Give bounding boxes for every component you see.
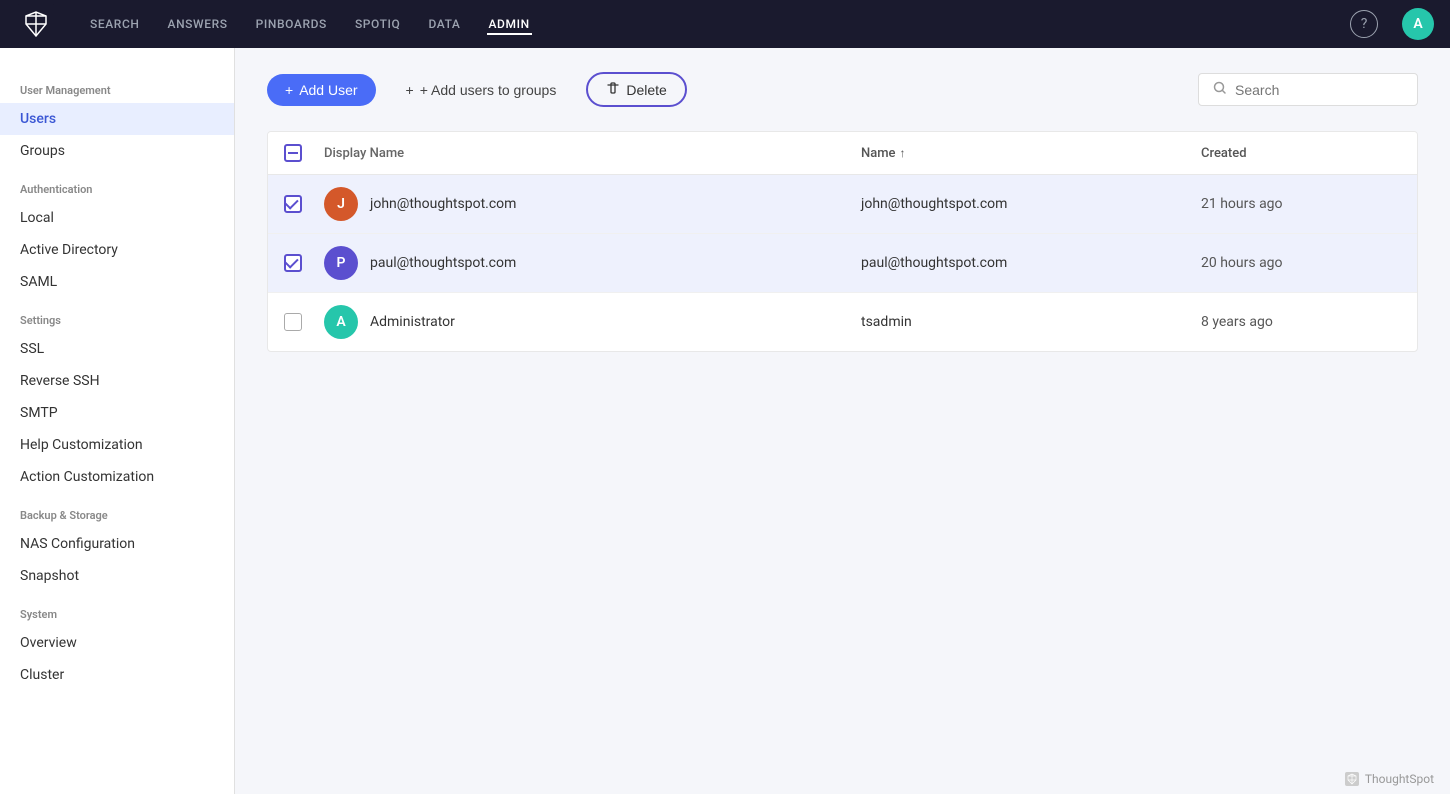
sidebar-item-saml[interactable]: SAML <box>0 266 234 298</box>
help-button[interactable]: ? <box>1350 10 1378 38</box>
sidebar-item-action-customization[interactable]: Action Customization <box>0 461 234 493</box>
sidebar-section-authentication: Authentication <box>0 167 234 202</box>
table-header: Display Name Name ↑ Created <box>268 132 1417 175</box>
nav-search[interactable]: SEARCH <box>88 13 142 35</box>
sidebar-item-local[interactable]: Local <box>0 202 234 234</box>
search-input[interactable] <box>1235 82 1403 98</box>
sidebar-item-reverse-ssh[interactable]: Reverse SSH <box>0 365 234 397</box>
row-1-display-name: J john@thoughtspot.com <box>324 187 861 221</box>
nav-spotiq[interactable]: SPOTIQ <box>353 13 403 35</box>
add-to-groups-button[interactable]: + + Add users to groups <box>388 74 575 106</box>
help-icon: ? <box>1361 16 1368 32</box>
sidebar-item-help-customization[interactable]: Help Customization <box>0 429 234 461</box>
row-3-avatar: A <box>324 305 358 339</box>
footer: ThoughtSpot <box>1329 764 1450 794</box>
plus-icon: + <box>285 82 293 98</box>
add-user-button[interactable]: + Add User <box>267 74 376 106</box>
sidebar-item-snapshot[interactable]: Snapshot <box>0 560 234 592</box>
row-1-checkbox[interactable] <box>284 195 302 213</box>
search-icon <box>1213 80 1227 99</box>
row-2-checkbox-cell[interactable] <box>284 254 324 272</box>
row-2-display-name: P paul@thoughtspot.com <box>324 246 861 280</box>
sidebar-item-smtp[interactable]: SMTP <box>0 397 234 429</box>
row-3-created: 8 years ago <box>1201 314 1401 330</box>
nav-answers[interactable]: ANSWERS <box>166 13 230 35</box>
table-row[interactable]: J john@thoughtspot.com john@thoughtspot.… <box>268 175 1417 234</box>
add-user-label: Add User <box>299 82 357 98</box>
sidebar-item-users[interactable]: Users <box>0 103 234 135</box>
col-header-display-name: Display Name <box>324 146 861 161</box>
header-checkbox-cell[interactable] <box>284 144 324 162</box>
sidebar-item-overview[interactable]: Overview <box>0 627 234 659</box>
row-2-checkbox[interactable] <box>284 254 302 272</box>
delete-button[interactable]: Delete <box>586 72 686 107</box>
select-all-checkbox[interactable] <box>284 144 302 162</box>
plus-icon-2: + <box>406 82 414 98</box>
delete-label: Delete <box>626 82 666 98</box>
row-3-checkbox[interactable] <box>284 313 302 331</box>
row-3-display-name: A Administrator <box>324 305 861 339</box>
sort-arrow-icon: ↑ <box>900 146 906 160</box>
sidebar-section-backup: Backup & Storage <box>0 493 234 528</box>
nav-admin[interactable]: ADMIN <box>487 13 532 35</box>
footer-brand-label: ThoughtSpot <box>1365 772 1434 786</box>
sidebar-item-nas-configuration[interactable]: NAS Configuration <box>0 528 234 560</box>
sidebar: User Management Users Groups Authenticat… <box>0 48 235 794</box>
col-header-created: Created <box>1201 146 1401 161</box>
row-1-created: 21 hours ago <box>1201 196 1401 212</box>
row-3-name: tsadmin <box>861 314 1201 330</box>
main-layout: User Management Users Groups Authenticat… <box>0 48 1450 794</box>
sidebar-section-system: System <box>0 592 234 627</box>
row-1-avatar: J <box>324 187 358 221</box>
logo[interactable] <box>16 4 56 44</box>
row-1-checkbox-cell[interactable] <box>284 195 324 213</box>
sidebar-item-ssl[interactable]: SSL <box>0 333 234 365</box>
sidebar-item-groups[interactable]: Groups <box>0 135 234 167</box>
row-2-avatar: P <box>324 246 358 280</box>
footer-logo-icon <box>1345 772 1359 786</box>
add-to-groups-label: + Add users to groups <box>420 82 557 98</box>
search-box[interactable] <box>1198 73 1418 106</box>
table-row[interactable]: P paul@thoughtspot.com paul@thoughtspot.… <box>268 234 1417 293</box>
row-2-created: 20 hours ago <box>1201 255 1401 271</box>
user-avatar[interactable]: A <box>1402 8 1434 40</box>
row-1-name: john@thoughtspot.com <box>861 196 1201 212</box>
sidebar-item-active-directory[interactable]: Active Directory <box>0 234 234 266</box>
nav-data[interactable]: DATA <box>426 13 462 35</box>
sidebar-item-cluster[interactable]: Cluster <box>0 659 234 691</box>
users-table: Display Name Name ↑ Created J john@thoug… <box>267 131 1418 352</box>
col-header-name[interactable]: Name ↑ <box>861 146 1201 161</box>
row-2-name: paul@thoughtspot.com <box>861 255 1201 271</box>
table-row[interactable]: A Administrator tsadmin 8 years ago <box>268 293 1417 351</box>
row-3-checkbox-cell[interactable] <box>284 313 324 331</box>
nav-pinboards[interactable]: PINBOARDS <box>254 13 329 35</box>
main-content: + Add User + + Add users to groups Delet… <box>235 48 1450 794</box>
sidebar-section-user-management: User Management <box>0 68 234 103</box>
toolbar: + Add User + + Add users to groups Delet… <box>267 72 1418 107</box>
trash-icon <box>606 81 620 98</box>
topnav: SEARCH ANSWERS PINBOARDS SPOTIQ DATA ADM… <box>0 0 1450 48</box>
sidebar-section-settings: Settings <box>0 298 234 333</box>
